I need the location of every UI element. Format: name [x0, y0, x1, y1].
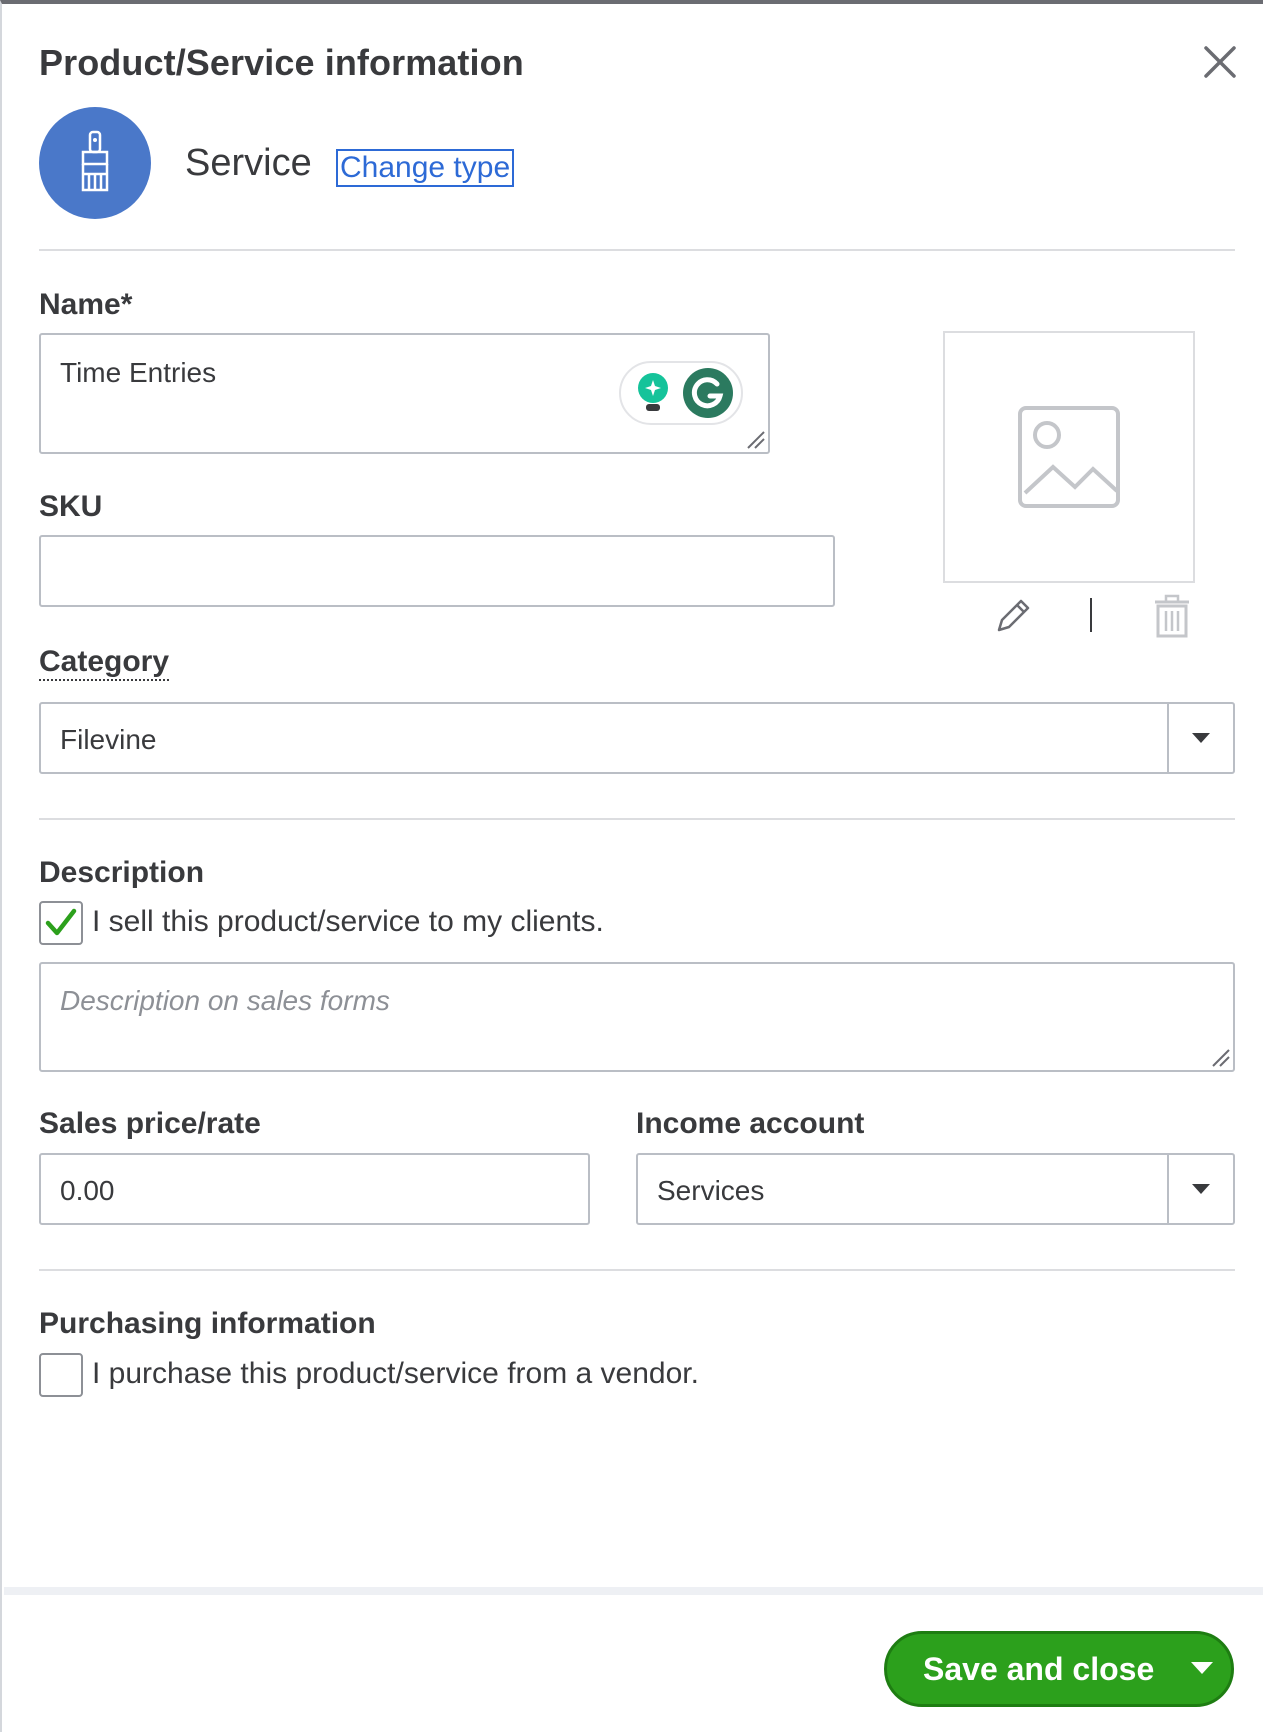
change-type-link[interactable]: Change type	[336, 149, 515, 187]
lightbulb-icon[interactable]	[633, 371, 673, 415]
divider	[39, 249, 1235, 251]
save-and-close-button[interactable]: Save and close	[884, 1631, 1234, 1707]
category-select[interactable]: Filevine	[39, 702, 1235, 774]
category-dropdown-button[interactable]	[1167, 704, 1233, 772]
paintbrush-icon	[81, 130, 109, 192]
pencil-icon[interactable]	[993, 596, 1033, 641]
chevron-down-icon[interactable]	[1191, 1662, 1213, 1674]
trash-icon[interactable]	[1152, 594, 1192, 643]
save-button-label: Save and close	[923, 1650, 1155, 1687]
resize-handle-icon[interactable]	[744, 428, 766, 450]
service-type-badge	[39, 107, 151, 219]
footer-divider	[4, 1587, 1263, 1595]
sku-input[interactable]	[39, 535, 835, 607]
purchase-checkbox-label: I purchase this product/service from a v…	[92, 1357, 699, 1390]
sell-checkbox-label: I sell this product/service to my client…	[92, 905, 604, 938]
sales-description-textarea[interactable]: Description on sales forms	[39, 962, 1235, 1072]
close-icon[interactable]	[1198, 40, 1242, 84]
image-actions-separator	[1090, 598, 1092, 632]
product-service-dialog: Product/Service information Service Chan…	[0, 0, 1263, 1732]
income-account-value: Services	[657, 1175, 765, 1206]
sales-price-input[interactable]: 0.00	[39, 1153, 590, 1225]
dialog-title: Product/Service information	[39, 42, 524, 83]
description-label: Description	[39, 856, 205, 889]
income-account-dropdown-button[interactable]	[1167, 1155, 1233, 1223]
image-placeholder-icon	[1018, 406, 1120, 508]
purchasing-label: Purchasing information	[39, 1307, 376, 1340]
checkmark-icon	[45, 908, 77, 936]
image-upload-box[interactable]	[943, 331, 1195, 583]
resize-handle-icon[interactable]	[1209, 1046, 1231, 1068]
sales-description-placeholder: Description on sales forms	[60, 985, 390, 1016]
chevron-down-icon	[1192, 1184, 1210, 1194]
sales-price-label: Sales price/rate	[39, 1107, 261, 1140]
sku-label: SKU	[39, 490, 103, 523]
grammarly-widget[interactable]	[619, 361, 743, 425]
name-label: Name*	[39, 288, 133, 321]
chevron-down-icon	[1192, 733, 1210, 743]
category-value: Filevine	[60, 724, 157, 755]
category-label[interactable]: Category	[39, 645, 170, 681]
income-account-select[interactable]: Services	[636, 1153, 1235, 1225]
income-account-label: Income account	[636, 1107, 865, 1140]
divider	[39, 1269, 1235, 1271]
divider	[39, 818, 1235, 820]
purchase-checkbox[interactable]	[39, 1353, 83, 1397]
sales-price-value: 0.00	[60, 1175, 115, 1206]
type-label: Service	[185, 142, 312, 184]
grammarly-g-icon[interactable]	[681, 366, 735, 420]
sell-checkbox[interactable]	[39, 901, 83, 945]
name-value: Time Entries	[60, 357, 217, 388]
